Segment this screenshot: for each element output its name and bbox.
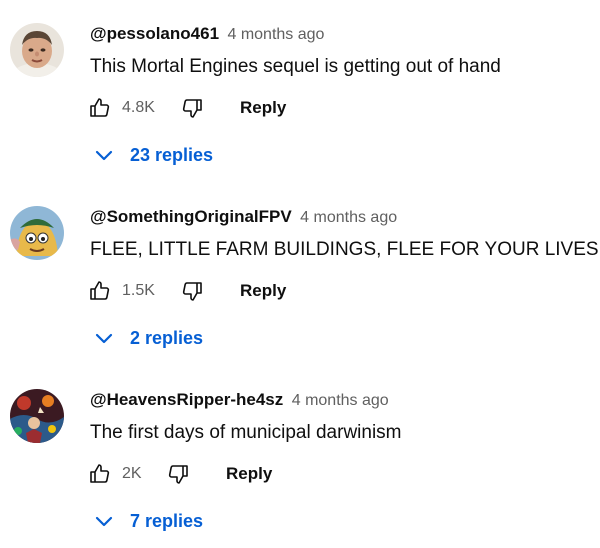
author-name[interactable]: @HeavensRipper-he4sz bbox=[90, 390, 283, 409]
comment-header: @SomethingOriginalFPV 4 months ago bbox=[90, 205, 397, 230]
avatar[interactable] bbox=[10, 389, 64, 443]
avatar[interactable] bbox=[10, 23, 64, 77]
author-name[interactable]: @SomethingOriginalFPV bbox=[90, 207, 292, 226]
comment-text: The first days of municipal darwinism bbox=[90, 422, 402, 443]
reply-button[interactable]: Reply bbox=[240, 279, 286, 303]
comment-actions: 2K Reply bbox=[86, 460, 386, 488]
chevron-down-icon bbox=[92, 144, 116, 168]
reply-button[interactable]: Reply bbox=[226, 462, 272, 486]
like-count: 2K bbox=[122, 465, 142, 482]
author-name[interactable]: @pessolano461 bbox=[90, 24, 219, 43]
comment-actions: 1.5K Reply bbox=[86, 277, 386, 305]
timestamp[interactable]: 4 months ago bbox=[227, 26, 324, 43]
timestamp[interactable]: 4 months ago bbox=[300, 209, 397, 226]
comment-header: @pessolano461 4 months ago bbox=[90, 22, 324, 47]
replies-count-label: 2 replies bbox=[130, 328, 204, 348]
comment-text: This Mortal Engines sequel is getting ou… bbox=[90, 56, 501, 77]
like-count: 1.5K bbox=[122, 282, 155, 299]
avatar[interactable] bbox=[10, 206, 64, 260]
thumbs-up-icon[interactable] bbox=[88, 279, 112, 303]
comment-text: FLEE, LITTLE FARM BUILDINGS, FLEE FOR YO… bbox=[90, 239, 599, 260]
thumbs-down-icon[interactable] bbox=[166, 462, 190, 486]
thumbs-down-icon[interactable] bbox=[180, 96, 204, 120]
chevron-down-icon bbox=[92, 327, 116, 351]
comment-thread: @HeavensRipper-he4sz 4 months ago The fi… bbox=[0, 366, 600, 548]
replies-count-label: 23 replies bbox=[130, 145, 214, 165]
thumbs-up-icon[interactable] bbox=[88, 96, 112, 120]
comment-header: @HeavensRipper-he4sz 4 months ago bbox=[90, 388, 389, 413]
comment-actions: 4.8K Reply bbox=[86, 94, 386, 122]
thumbs-down-icon[interactable] bbox=[180, 279, 204, 303]
chevron-down-icon bbox=[92, 510, 116, 534]
thumbs-up-icon[interactable] bbox=[88, 462, 112, 486]
replies-count-label: 7 replies bbox=[130, 511, 204, 531]
reply-button[interactable]: Reply bbox=[240, 96, 286, 120]
comment-thread: @pessolano461 4 months ago This Mortal E… bbox=[0, 0, 600, 182]
comment-thread: @SomethingOriginalFPV 4 months ago FLEE,… bbox=[0, 183, 600, 365]
like-count: 4.8K bbox=[122, 99, 155, 116]
timestamp[interactable]: 4 months ago bbox=[292, 392, 389, 409]
